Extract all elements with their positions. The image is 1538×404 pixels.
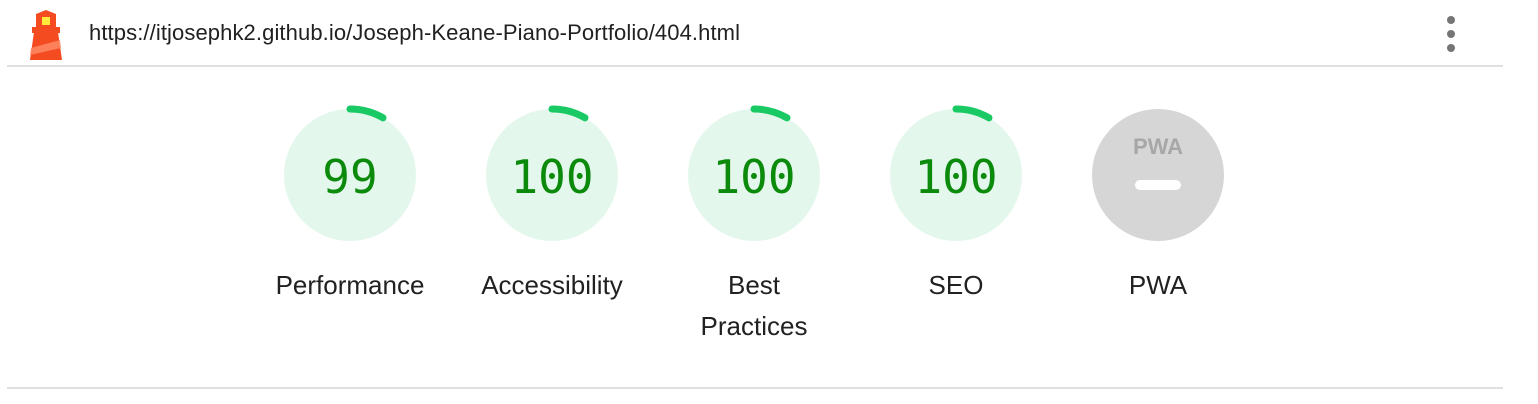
na-dash-icon [1135,180,1181,190]
pwa-label: PWA [1128,270,1188,300]
performance-label: Performance [275,270,425,300]
report-header: https://itjosephk2.github.io/Joseph-Kean… [0,0,1538,66]
report-url[interactable]: https://itjosephk2.github.io/Joseph-Kean… [89,20,740,46]
gauge-best-practices[interactable]: 100 Best Practices [659,103,849,347]
performance-score: 99 [322,150,377,204]
best-practices-label: Best Practices [700,270,808,341]
performance-score-ring: 99 [284,105,416,241]
lighthouse-logo-icon [26,10,66,60]
pwa-logo-icon: PWA [1133,134,1183,159]
seo-score-ring: 100 [890,105,1022,241]
accessibility-label: Accessibility [481,270,623,300]
best-practices-score-ring: 100 [688,105,820,241]
menu-dot [1447,16,1455,24]
pwa-badge: PWA [1092,109,1224,241]
seo-score: 100 [914,150,997,204]
gauge-pwa[interactable]: PWA PWA [1063,103,1253,306]
pwa-badge-fill [1092,109,1224,241]
gauge-accessibility[interactable]: 100 Accessibility [457,103,647,306]
best-practices-score: 100 [712,150,795,204]
seo-label: SEO [928,270,984,300]
header-divider [7,65,1503,67]
menu-dot [1447,30,1455,38]
accessibility-score: 100 [510,150,593,204]
footer-divider [7,387,1503,389]
gauge-seo[interactable]: 100 SEO [861,103,1051,306]
accessibility-score-ring: 100 [486,105,618,241]
more-options-icon[interactable] [1438,14,1464,54]
gauge-performance[interactable]: 99 Performance [255,103,445,306]
menu-dot [1447,44,1455,52]
